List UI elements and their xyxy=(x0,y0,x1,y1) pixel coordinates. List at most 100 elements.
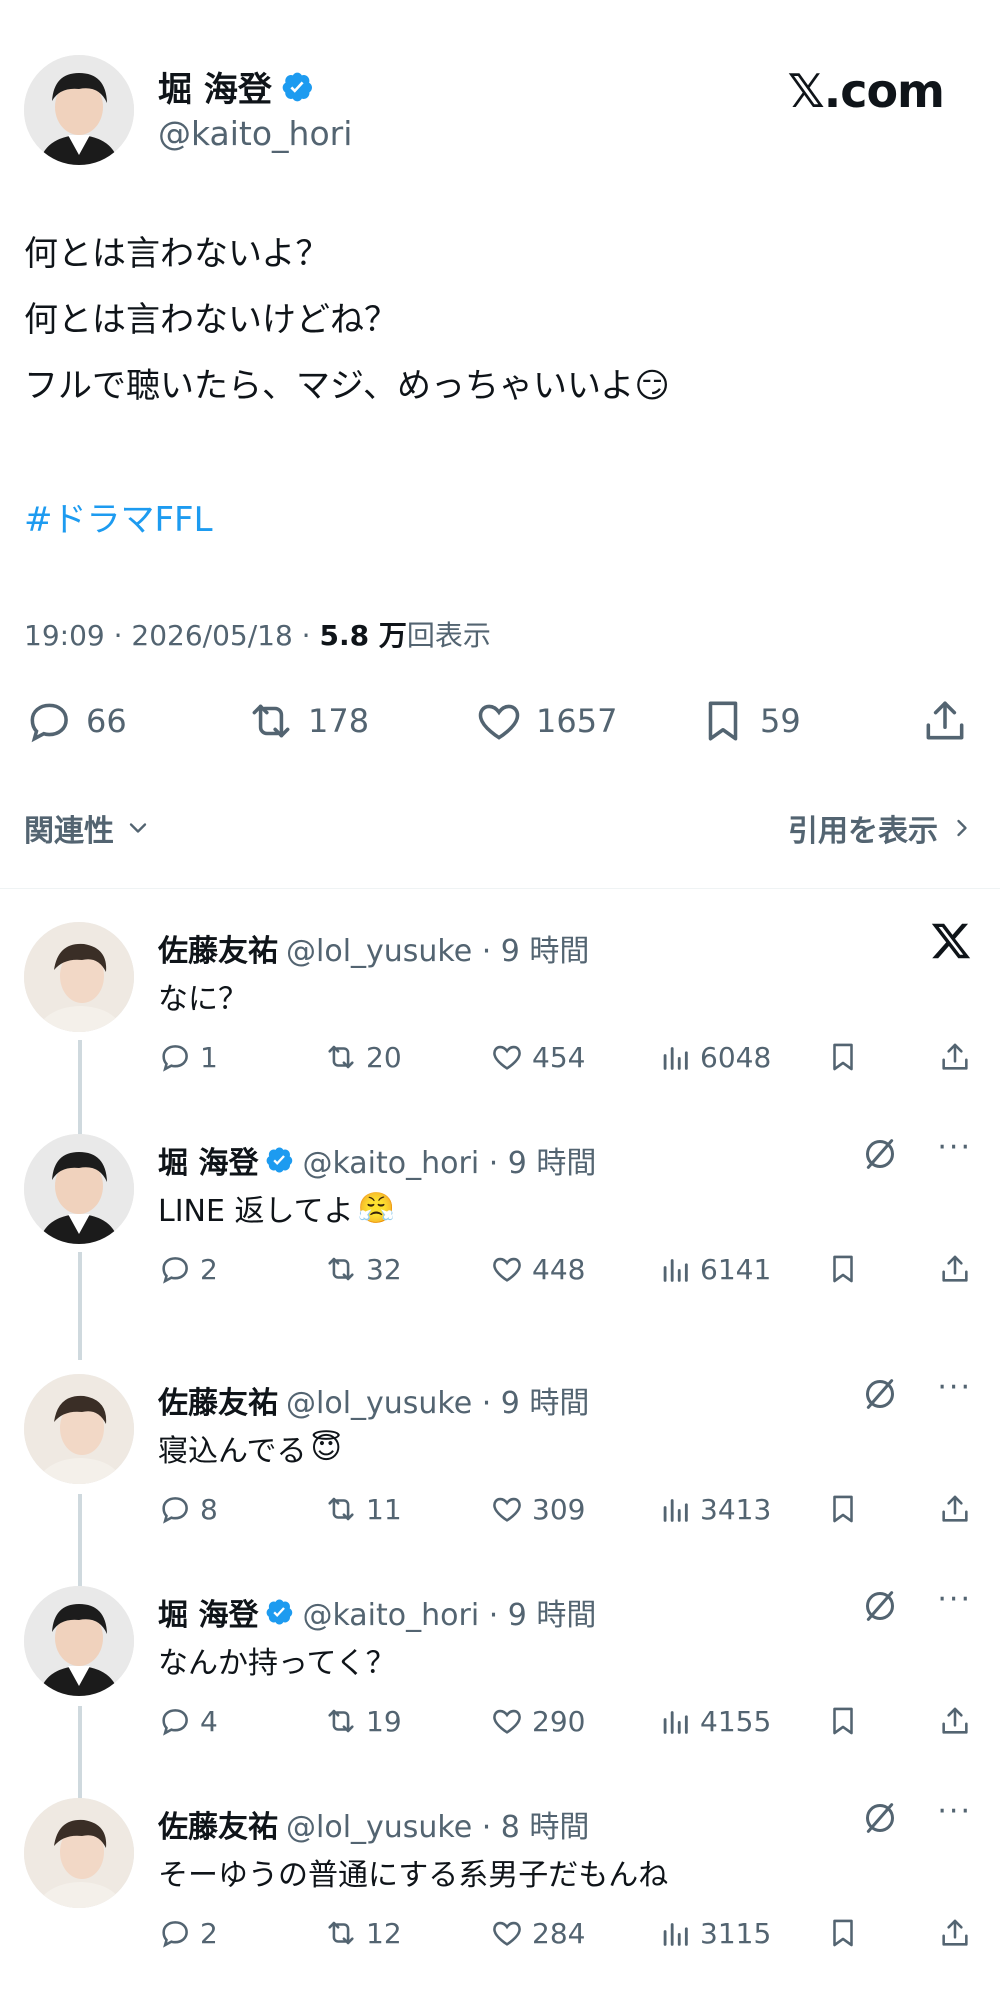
bookmark-button[interactable] xyxy=(826,1916,860,1950)
share-button[interactable] xyxy=(938,1704,972,1738)
repost-icon xyxy=(328,1257,354,1281)
analytics-icon xyxy=(663,1923,688,1946)
repost-button[interactable]: 19 xyxy=(324,1704,402,1738)
reply-author-name[interactable]: 堀 海登 xyxy=(158,1590,258,1634)
reply-text-content: LINE 返してよ xyxy=(158,1194,354,1229)
heart-icon xyxy=(493,1045,521,1070)
reply-avatar[interactable] xyxy=(24,1798,134,1908)
reply-handle[interactable]: @kaito_hori · 9 時間 xyxy=(302,1138,596,1182)
analytics-icon xyxy=(663,1711,688,1734)
author-avatar[interactable] xyxy=(24,55,134,165)
reply-actions: 2 32 448 6141 xyxy=(158,1252,978,1292)
x-brand-logo: 𝕏.com xyxy=(787,64,945,118)
views-button[interactable]: 4155 xyxy=(658,1704,771,1738)
analytics-icon xyxy=(663,1047,688,1070)
like-button[interactable]: 284 xyxy=(490,1916,585,1950)
relevance-dropdown[interactable]: 関連性 xyxy=(24,806,152,850)
reply-icon xyxy=(162,1257,188,1284)
hashtag-link[interactable]: #ドラマFFL xyxy=(24,492,213,541)
share-button[interactable] xyxy=(938,1916,972,1950)
bookmark-button[interactable]: 59 xyxy=(698,696,801,746)
share-icon xyxy=(926,701,964,740)
reply-button[interactable]: 8 xyxy=(158,1492,218,1526)
repost-button[interactable]: 20 xyxy=(324,1040,402,1074)
reply-icon xyxy=(30,703,68,743)
like-count: 284 xyxy=(532,1916,586,1950)
reply-avatar[interactable] xyxy=(24,1134,134,1244)
like-button[interactable]: 309 xyxy=(490,1492,585,1526)
reply-avatar[interactable] xyxy=(24,1586,134,1696)
reply-button[interactable]: 1 xyxy=(158,1040,218,1074)
share-icon xyxy=(942,1043,968,1070)
reply-avatar[interactable] xyxy=(24,922,134,1032)
bookmark-button[interactable] xyxy=(826,1492,860,1526)
repost-button[interactable]: 12 xyxy=(324,1916,402,1950)
more-options-icon[interactable]: ··· xyxy=(937,1794,972,1829)
repost-button[interactable]: 32 xyxy=(324,1252,402,1286)
reply-handle[interactable]: @kaito_hori · 9 時間 xyxy=(302,1590,596,1634)
reply-button[interactable]: 66 xyxy=(24,696,127,746)
grok-icon[interactable] xyxy=(860,1798,900,1838)
like-count: 454 xyxy=(532,1040,586,1074)
reply-avatar[interactable] xyxy=(24,1374,134,1484)
author-handle[interactable]: @kaito_hori xyxy=(158,114,352,153)
reply-author-name[interactable]: 堀 海登 xyxy=(158,1138,258,1182)
author-name[interactable]: 堀 海登 xyxy=(158,62,272,111)
reply-text-content: なに？ xyxy=(158,982,248,1017)
views-button[interactable]: 6141 xyxy=(658,1252,771,1286)
grok-icon[interactable] xyxy=(860,1134,900,1174)
view-count: 5.8 万 xyxy=(319,619,407,652)
bookmark-icon xyxy=(833,1255,853,1283)
tweet-line-wrap: フルで聴いたら、マジ、めっちゃいいよ😏 xyxy=(24,360,984,412)
reply-text: そーゆうの普通にする系男子だもんね xyxy=(158,1850,672,1894)
repost-button[interactable]: 11 xyxy=(324,1492,402,1526)
share-button[interactable] xyxy=(938,1252,972,1286)
analytics-icon xyxy=(663,1259,688,1282)
repost-button[interactable]: 178 xyxy=(246,696,369,746)
reply-count: 4 xyxy=(200,1704,218,1738)
view-count: 6141 xyxy=(700,1252,772,1286)
like-count: 1657 xyxy=(536,702,618,740)
like-button[interactable]: 290 xyxy=(490,1704,585,1738)
bookmark-icon xyxy=(833,1043,853,1071)
reply-author-name[interactable]: 佐藤友祐 xyxy=(158,1802,278,1846)
views-button[interactable]: 3115 xyxy=(658,1916,771,1950)
heart-icon xyxy=(478,704,520,740)
smirk-emoji: 😏 xyxy=(634,366,670,406)
more-options-icon[interactable]: ··· xyxy=(937,1130,972,1165)
like-button[interactable]: 448 xyxy=(490,1252,585,1286)
tweet-line: フルで聴いたら、マジ、めっちゃいいよ xyxy=(24,366,635,406)
share-button[interactable] xyxy=(938,1492,972,1526)
reply-button[interactable]: 2 xyxy=(158,1252,218,1286)
bookmark-icon xyxy=(833,1919,853,1947)
reply-handle[interactable]: @lol_yusuke · 9 時間 xyxy=(286,926,589,970)
reply-author-name[interactable]: 佐藤友祐 xyxy=(158,1378,278,1422)
more-options-icon[interactable]: ··· xyxy=(937,1582,972,1617)
reply-handle[interactable]: @lol_yusuke · 8 時間 xyxy=(286,1802,589,1846)
like-button[interactable]: 454 xyxy=(490,1040,585,1074)
views-button[interactable]: 3413 xyxy=(658,1492,771,1526)
reply-handle[interactable]: @lol_yusuke · 9 時間 xyxy=(286,1378,589,1422)
views-button[interactable]: 6048 xyxy=(658,1040,771,1074)
reply-button[interactable]: 2 xyxy=(158,1916,218,1950)
bookmark-button[interactable] xyxy=(826,1040,860,1074)
chevron-right-icon xyxy=(957,819,967,837)
bookmark-button[interactable] xyxy=(826,1704,860,1738)
more-options-icon[interactable]: ··· xyxy=(937,1370,972,1405)
like-button[interactable]: 1657 xyxy=(474,696,617,746)
thread-line xyxy=(78,1706,82,1806)
reply-button[interactable]: 4 xyxy=(158,1704,218,1738)
reply-author-name[interactable]: 佐藤友祐 xyxy=(158,926,278,970)
grok-icon[interactable] xyxy=(860,1374,900,1414)
reply-text: LINE 返してよ 😤 xyxy=(158,1186,395,1230)
reply-text-content: そーゆうの普通にする系男子だもんね xyxy=(158,1858,669,1893)
share-button[interactable] xyxy=(920,696,970,746)
bookmark-button[interactable] xyxy=(826,1252,860,1286)
relevance-label: 関連性 xyxy=(24,814,114,849)
view-quotes-link[interactable]: 引用を表示 xyxy=(788,806,976,850)
heart-icon xyxy=(493,1709,521,1734)
reply-icon xyxy=(162,1921,188,1948)
grok-icon[interactable] xyxy=(860,1586,900,1626)
tweet-timestamp[interactable]: 19:09 · 2026/05/18 · xyxy=(24,619,319,652)
share-button[interactable] xyxy=(938,1040,972,1074)
